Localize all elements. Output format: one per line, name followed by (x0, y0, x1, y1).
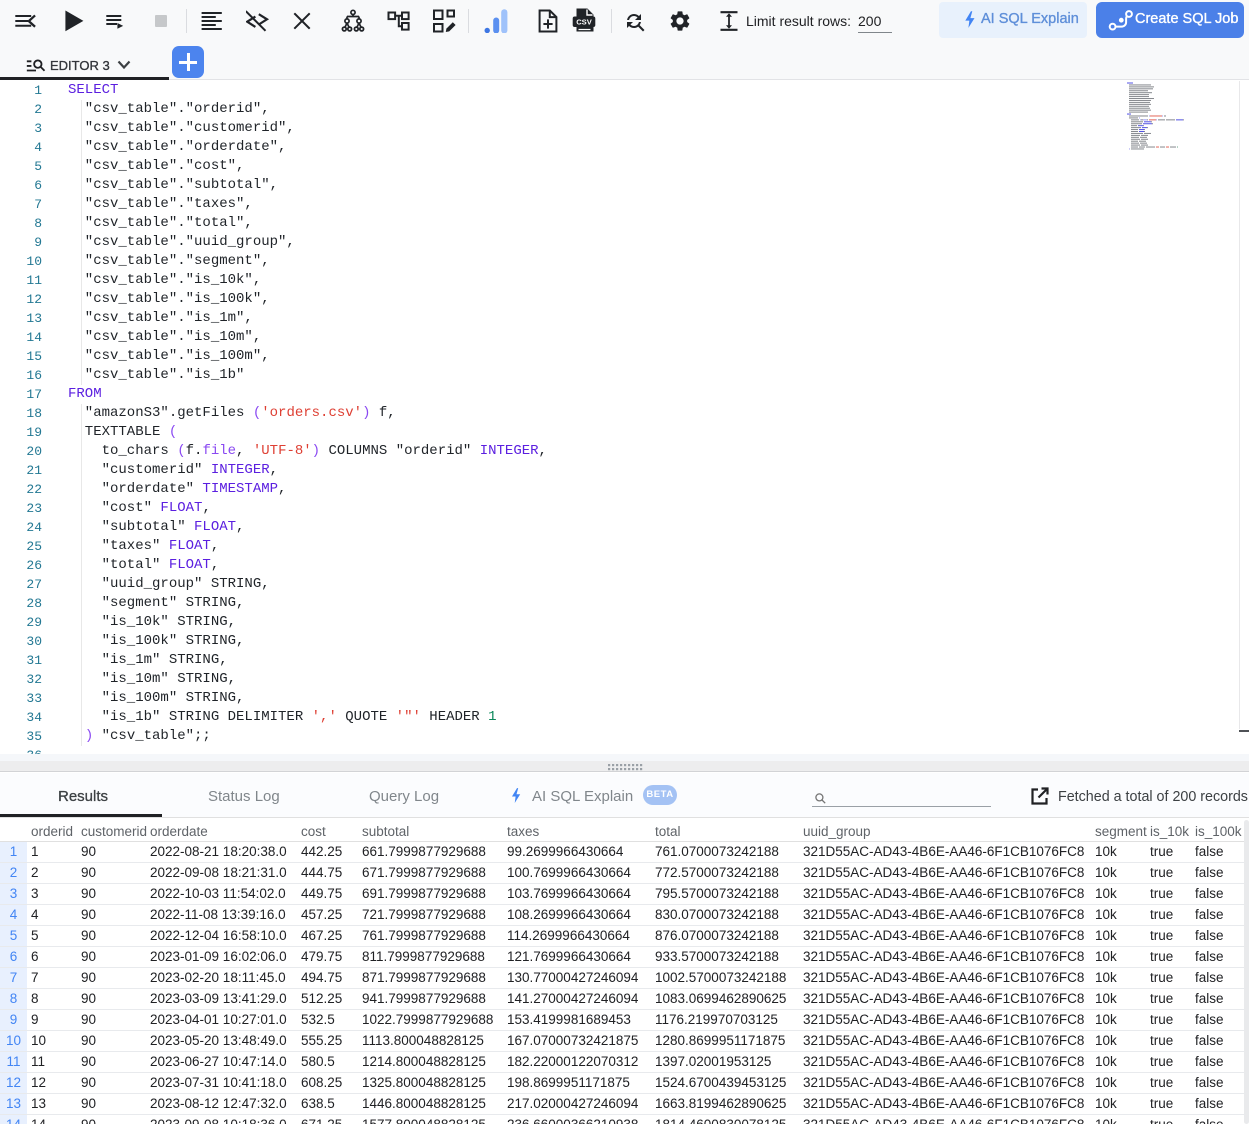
svg-text:CSV: CSV (576, 18, 593, 27)
